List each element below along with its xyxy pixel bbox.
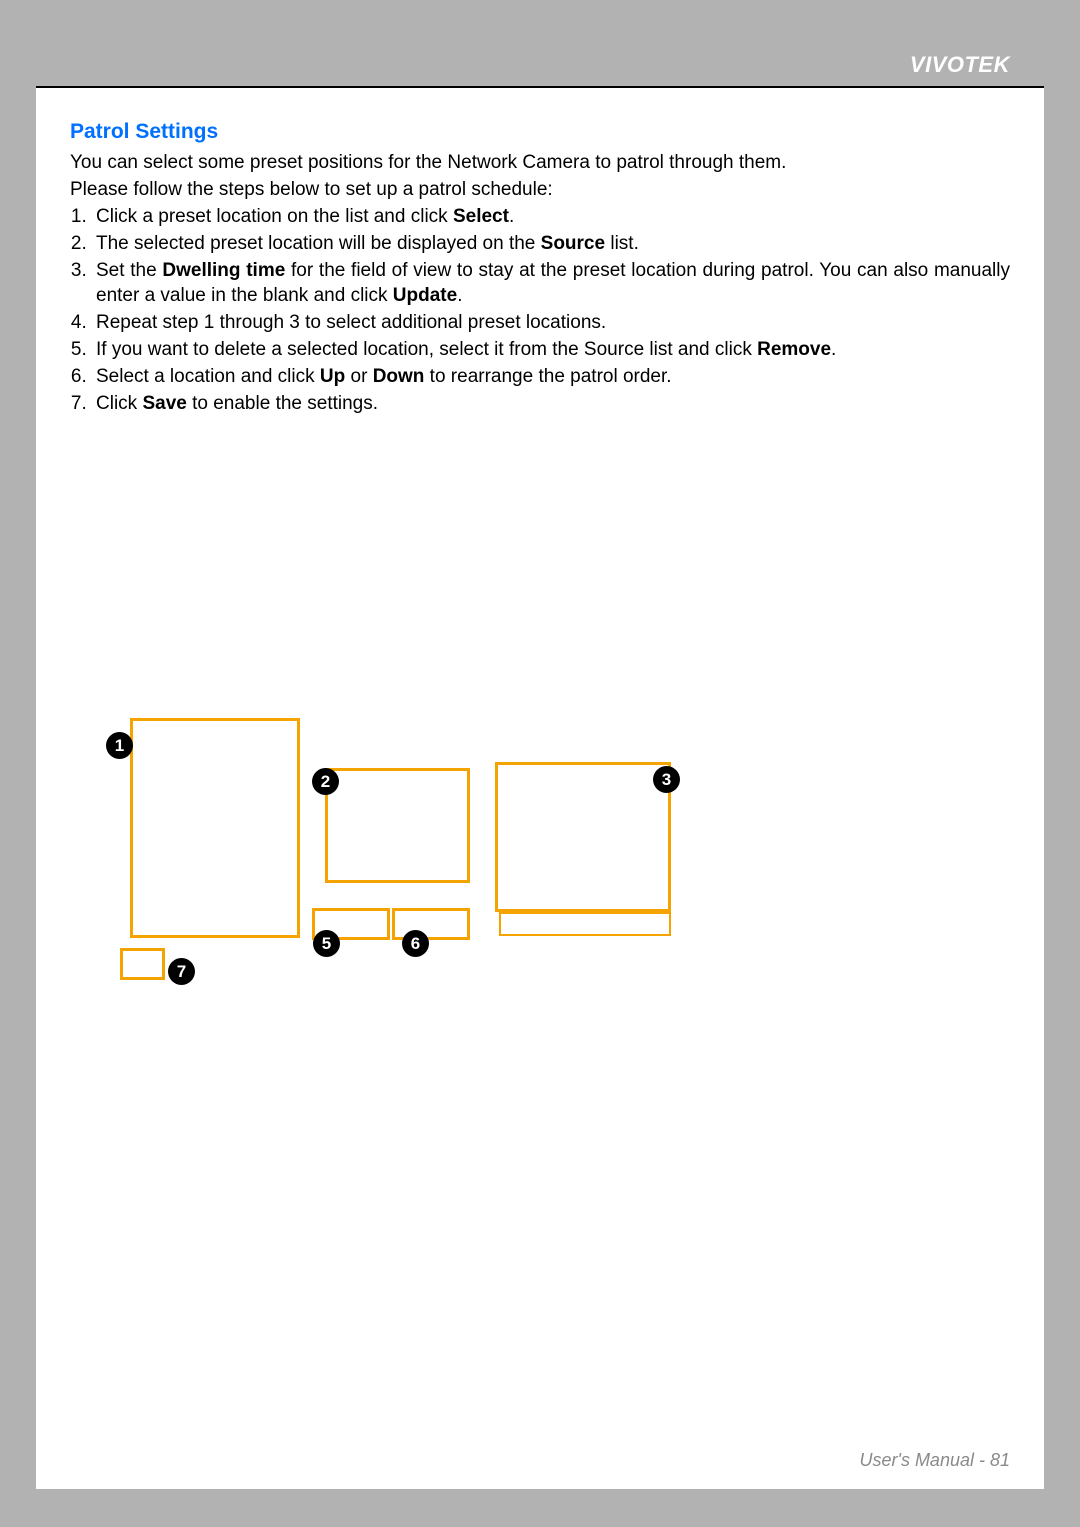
step-7-post: to enable the settings. [187, 393, 378, 414]
step-5-pre: If you want to delete a selected locatio… [96, 339, 757, 360]
step-6-mid: or [345, 366, 372, 387]
step-2-bold: Source [541, 233, 605, 254]
brand-label: VIVOTEK [910, 52, 1010, 78]
highlight-box-7 [120, 948, 165, 980]
callout-3: 3 [653, 766, 680, 793]
step-6-pre: Select a location and click [96, 366, 320, 387]
step-1: Click a preset location on the list and … [92, 204, 1010, 229]
step-3-post: . [457, 285, 462, 306]
callout-5: 5 [313, 930, 340, 957]
section-title: Patrol Settings [70, 118, 1010, 146]
callout-2: 2 [312, 768, 339, 795]
highlight-box-2 [325, 768, 470, 883]
step-2-post: list. [605, 233, 639, 254]
step-6: Select a location and click Up or Down t… [92, 364, 1010, 389]
step-1-bold: Select [453, 206, 509, 227]
step-2-pre: The selected preset location will be dis… [96, 233, 541, 254]
step-1-pre: Click a preset location on the list and … [96, 206, 453, 227]
step-7-bold: Save [142, 393, 186, 414]
callout-7: 7 [168, 958, 195, 985]
highlight-box-1 [130, 718, 300, 938]
diagram-area: 1 2 3 5 6 7 [70, 718, 1010, 1018]
intro-line-1: You can select some preset positions for… [70, 150, 1010, 175]
step-6-bold1: Up [320, 366, 345, 387]
step-3-bold1: Dwelling time [162, 260, 285, 281]
step-7: Click Save to enable the settings. [92, 391, 1010, 416]
footer-page: User's Manual - 81 [860, 1450, 1011, 1471]
step-3-pre: Set the [96, 260, 162, 281]
step-3-bold2: Update [393, 285, 457, 306]
step-5-post: . [831, 339, 836, 360]
step-4: Repeat step 1 through 3 to select additi… [92, 310, 1010, 335]
header-bar: VIVOTEK [36, 38, 1044, 88]
step-5: If you want to delete a selected locatio… [92, 337, 1010, 362]
highlight-box-3 [495, 762, 671, 912]
callout-6: 6 [402, 930, 429, 957]
step-3: Set the Dwelling time for the field of v… [92, 258, 1010, 308]
step-1-post: . [509, 206, 514, 227]
step-4-pre: Repeat step 1 through 3 to select additi… [96, 312, 606, 333]
step-7-pre: Click [96, 393, 142, 414]
step-5-bold: Remove [757, 339, 831, 360]
content-area: Patrol Settings You can select some pres… [70, 118, 1010, 419]
step-6-bold2: Down [373, 366, 425, 387]
highlight-box-right [499, 912, 671, 936]
step-6-post: to rearrange the patrol order. [424, 366, 671, 387]
steps-list: Click a preset location on the list and … [70, 204, 1010, 417]
callout-1: 1 [106, 732, 133, 759]
intro-line-2: Please follow the steps below to set up … [70, 177, 1010, 202]
step-2: The selected preset location will be dis… [92, 231, 1010, 256]
